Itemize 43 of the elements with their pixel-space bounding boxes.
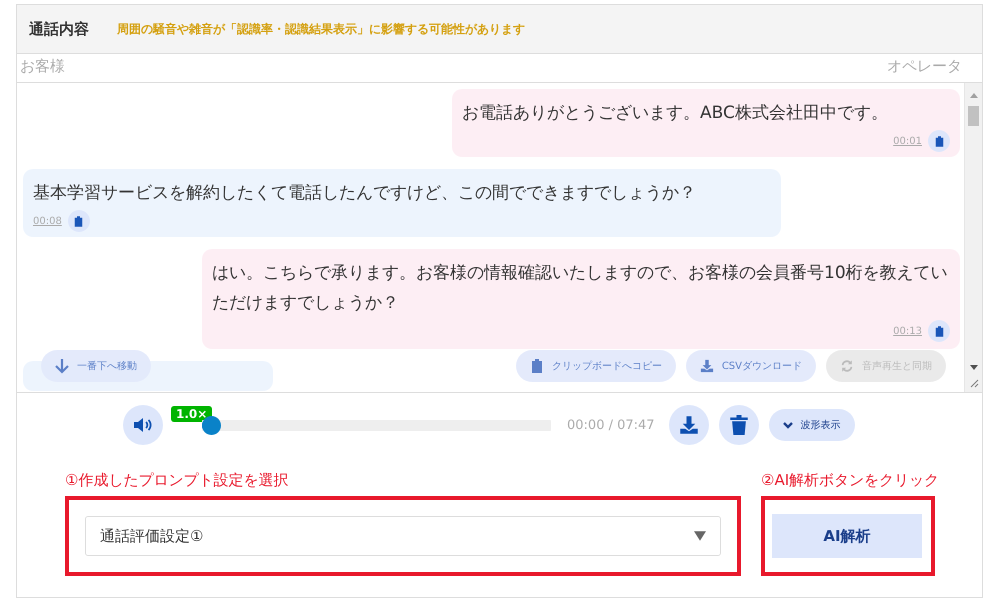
scroll-down-icon[interactable] [970,365,978,370]
select-value: 通話評価設定① [100,526,204,546]
timestamp-link[interactable]: 00:01 [893,136,922,146]
playback-time: 00:00 / 07:47 [567,418,655,432]
scrollbar-thumb[interactable] [968,106,979,126]
prompt-setting-select[interactable]: 通話評価設定① [85,516,721,556]
timestamp-link[interactable]: 00:08 [33,216,62,226]
down-arrow-icon [55,358,69,374]
resize-grip-icon[interactable] [968,378,978,388]
copy-button[interactable] [928,320,950,342]
customer-label: お客様 [20,57,65,77]
download-icon [700,358,714,374]
download-audio-button[interactable] [668,405,709,445]
trash-icon [728,415,749,435]
download-icon [678,415,699,435]
copy-button[interactable] [68,210,90,232]
clipboard-icon [74,214,84,228]
speed-badge[interactable]: 1.0× [171,406,212,422]
clipboard-icon [530,358,544,374]
timestamp-link[interactable]: 00:13 [893,326,922,336]
clipboard-button[interactable]: クリップボードへコピー [516,350,676,382]
step-label: ②AI解析ボタンをクリック [761,471,940,490]
message-text: 基本学習サービスを解約したくて電話したんですけど、この間でできますでしょうか？ [33,182,697,205]
dropdown-caret-icon [694,531,706,541]
copy-button[interactable] [928,130,950,152]
scrollbar[interactable] [964,83,982,392]
clipboard-icon [934,134,944,148]
clipboard-icon [934,324,944,338]
scroll-to-bottom-button[interactable]: 一番下へ移動 [41,350,151,382]
panel-title: 通話内容 [29,20,89,38]
speaker-icon [133,415,153,435]
message-text: はい。こちらで承ります。お客様の情報確認いたしますので、お客様の会員番号10桁を教えていただけますでしょうか？ [212,262,949,315]
refresh-icon [840,358,854,374]
volume-button[interactable] [123,405,163,445]
message-text: お電話ありがとうございます。ABC株式会社田中です。 [462,102,889,125]
delete-button[interactable] [718,405,759,445]
ai-analysis-button[interactable]: AI解析 [772,514,922,558]
waveform-toggle-button[interactable]: 波形表示 [768,409,855,441]
download-button[interactable]: CSVダウンロード [686,350,816,382]
notice-text: 周囲の騒音や雑音が「認識率・認識結果表示」に影響する可能性があります [117,20,525,38]
operator-label: オペレータ [887,57,962,77]
chevron-down-icon [782,422,793,428]
step-label: ①作成したプロンプト設定を選択 [65,471,290,490]
